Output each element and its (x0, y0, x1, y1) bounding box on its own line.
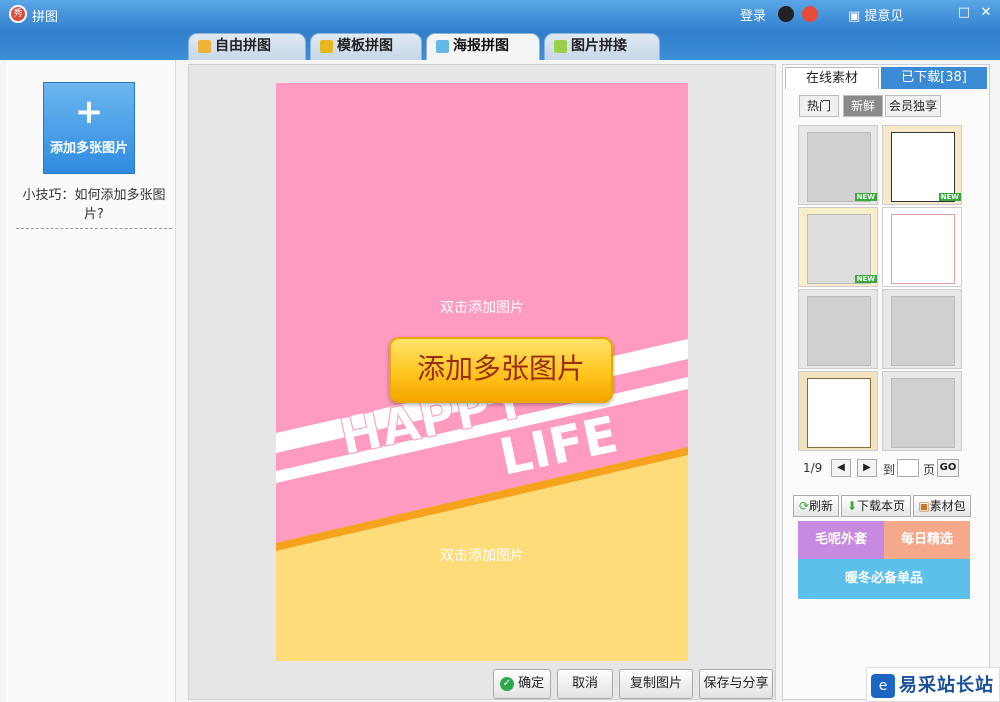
page-indicator: 1/9 (803, 461, 823, 475)
prev-page-button[interactable]: ◀ (831, 459, 851, 477)
watermark-logo-icon: e (871, 674, 895, 698)
qq-icon[interactable] (778, 6, 794, 22)
template-thumb[interactable] (798, 371, 878, 451)
tab-template[interactable]: 模板拼图 (310, 33, 422, 60)
download-icon: ⬇ (846, 499, 858, 513)
ad-winter-items[interactable]: 暖冬必备单品 (798, 559, 970, 599)
thumb-preview (891, 214, 955, 284)
cancel-button[interactable]: 取消 (557, 669, 613, 699)
new-badge: NEW (938, 193, 961, 201)
tab-stitch[interactable]: 图片拼接 (544, 33, 660, 60)
login-link[interactable]: 登录 (740, 5, 766, 24)
material-pack-label: 素材包 (929, 499, 966, 513)
ad-banner[interactable]: 毛呢外套 每日精选 暖冬必备单品 (798, 521, 970, 599)
add-images-label: 添加多张图片 (49, 141, 128, 156)
watermark: e 易采站长站 (866, 667, 1000, 702)
window-title: 拼图 (32, 10, 59, 25)
title-bar: 秀 拼图 登录 ▣ 提意见 □ ✕ 自由拼图 模板拼图 海报拼图 图片拼接 (0, 0, 1000, 60)
bottom-toolbar: ✓ 确定 取消 复制图片 保存与分享 (189, 669, 777, 699)
close-button[interactable]: ✕ (979, 6, 993, 20)
check-icon: ✓ (499, 676, 514, 691)
page-unit-label: 页 (923, 463, 936, 477)
page-number-input[interactable] (897, 459, 919, 477)
thumb-preview (891, 378, 955, 448)
add-images-button[interactable]: + 添加多张图片 (43, 82, 135, 174)
app-logo-icon: 秀 (9, 5, 27, 23)
goto-label: 到 (883, 463, 896, 477)
template-collage-icon (320, 40, 333, 53)
tab-free-label: 自由拼图 (215, 38, 271, 54)
go-button[interactable]: GO (937, 459, 959, 477)
feedback-link[interactable]: ▣ 提意见 (848, 5, 903, 24)
package-icon: ▣ (918, 499, 930, 513)
weibo-icon[interactable] (802, 6, 818, 22)
save-share-button[interactable]: 保存与分享 (699, 669, 773, 699)
add-multiple-images-button[interactable]: 添加多张图片 (389, 337, 613, 403)
thumb-preview (807, 132, 871, 202)
maximize-button[interactable]: □ (957, 6, 971, 20)
template-thumb[interactable]: NEW (798, 125, 878, 205)
tab-downloaded[interactable]: 已下载[38] (881, 67, 987, 89)
tab-poster[interactable]: 海报拼图 (426, 33, 540, 60)
thumb-preview (807, 296, 871, 366)
tab-poster-label: 海报拼图 (453, 38, 509, 54)
feedback-label: 提意见 (864, 9, 904, 24)
thumb-preview (891, 132, 955, 202)
template-thumb[interactable]: NEW (882, 125, 962, 205)
refresh-icon: ⟳ (798, 499, 810, 513)
placeholder-top[interactable]: 双击添加图片 (276, 297, 688, 317)
template-thumb[interactable]: NEW (798, 207, 878, 287)
template-thumb[interactable] (882, 207, 962, 287)
template-thumb[interactable] (798, 289, 878, 369)
app-window: 秀 拼图 登录 ▣ 提意见 □ ✕ 自由拼图 模板拼图 海报拼图 图片拼接 + … (0, 0, 1000, 702)
template-thumb[interactable] (882, 289, 962, 369)
poster-collage-icon (436, 40, 449, 53)
watermark-text: 易采站长站 (899, 675, 994, 696)
tip-link[interactable]: 小技巧：如何添加多张图片? (16, 184, 172, 229)
thumb-preview (807, 214, 871, 284)
new-badge: NEW (854, 275, 877, 283)
tab-template-label: 模板拼图 (337, 38, 393, 54)
poster-canvas[interactable]: HAPPY LIFE 双击添加图片 双击添加图片 添加多张图片 (276, 83, 688, 661)
copy-image-button[interactable]: 复制图片 (619, 669, 693, 699)
tab-online-materials[interactable]: 在线素材 (785, 67, 879, 89)
placeholder-bottom[interactable]: 双击添加图片 (276, 545, 688, 565)
free-collage-icon (198, 40, 211, 53)
confirm-label: 确定 (518, 676, 545, 691)
refresh-label: 刷新 (809, 499, 834, 513)
plus-icon: + (74, 92, 104, 132)
next-page-button[interactable]: ▶ (857, 459, 877, 477)
chat-icon: ▣ (848, 9, 865, 24)
left-panel: + 添加多张图片 小技巧：如何添加多张图片? (6, 60, 176, 702)
material-pack-button[interactable]: ▣素材包 (913, 495, 971, 517)
right-panel: 在线素材 已下载[38] 热门 新鲜 会员独享 NEW NEW NEW 1/9 … (782, 64, 990, 700)
thumb-preview (891, 296, 955, 366)
tab-free[interactable]: 自由拼图 (188, 33, 306, 60)
stitch-icon (554, 40, 567, 53)
category-hot[interactable]: 热门 (799, 95, 839, 117)
category-fresh[interactable]: 新鲜 (843, 95, 883, 117)
canvas-area: HAPPY LIFE 双击添加图片 双击添加图片 添加多张图片 ✓ 确定 取消 … (188, 64, 776, 700)
template-thumb[interactable] (882, 371, 962, 451)
download-page-button[interactable]: ⬇下载本页 (841, 495, 911, 517)
ad-coat[interactable]: 毛呢外套 (798, 521, 884, 559)
category-vip[interactable]: 会员独享 (885, 95, 941, 117)
ad-daily-picks[interactable]: 每日精选 (884, 521, 970, 559)
refresh-button[interactable]: ⟳刷新 (793, 495, 839, 517)
main-body: + 添加多张图片 小技巧：如何添加多张图片? HAPPY LIFE 双击添加图片 (0, 60, 1000, 702)
new-badge: NEW (854, 193, 877, 201)
tab-stitch-label: 图片拼接 (571, 38, 627, 54)
download-page-label: 下载本页 (857, 499, 906, 513)
confirm-button[interactable]: ✓ 确定 (493, 669, 551, 699)
thumb-preview (807, 378, 871, 448)
